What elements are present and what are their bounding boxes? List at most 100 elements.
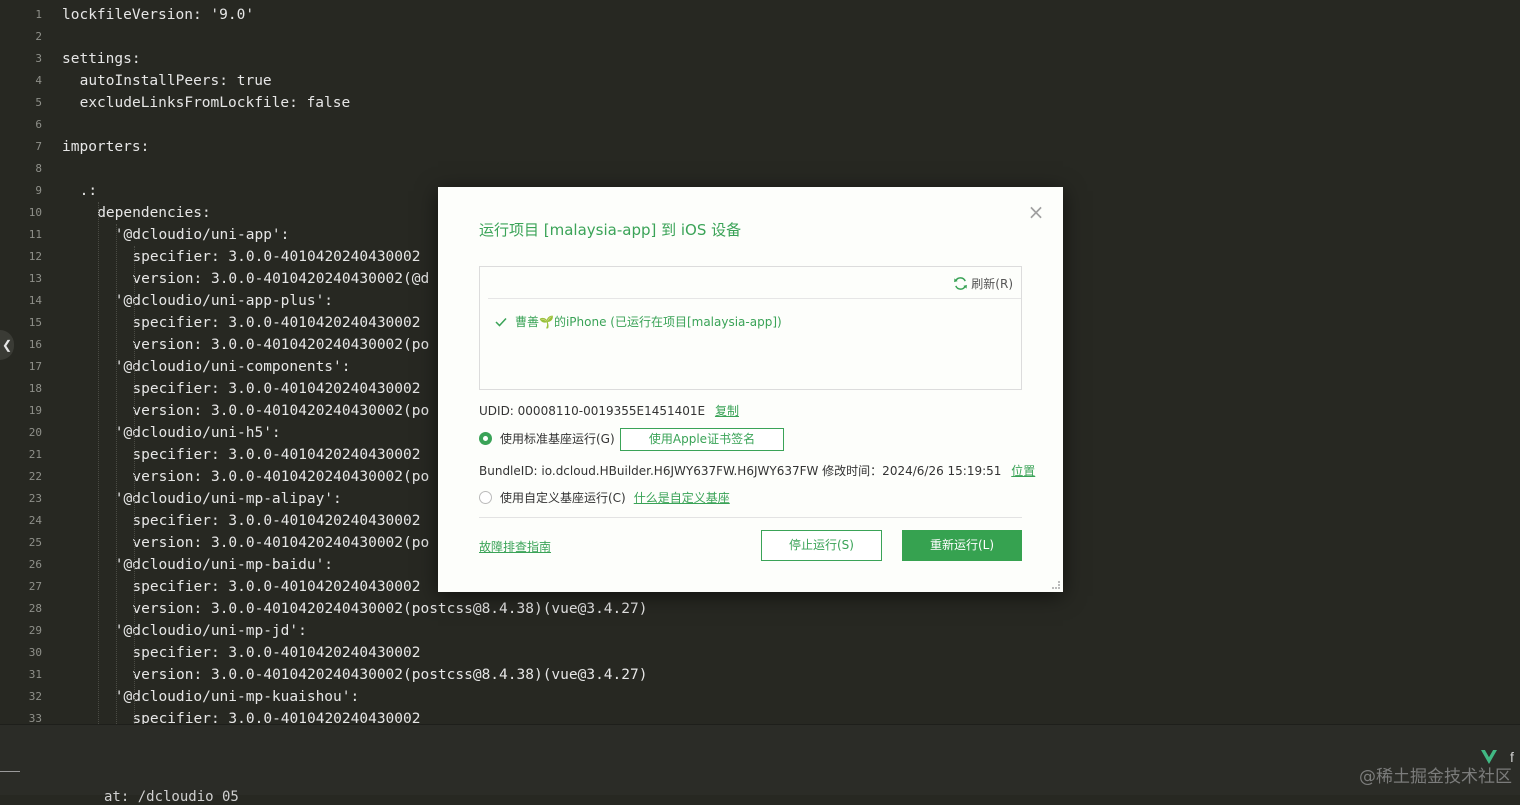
code-text: excludeLinksFromLockfile: false [79,95,351,111]
console-partial-text: at: /dcloudio 05 [104,789,239,805]
udid-row: UDID: 00008110-0019355E1451401E 复制 [479,402,739,419]
code-text: '@dcloudio/uni-mp-alipay': [114,491,342,507]
code-text: autoInstallPeers: true [79,73,272,89]
chevron-left-icon: ❮ [1,338,13,352]
watermark: @稀土掘金技术社区 [1359,767,1512,787]
line-number: 18 [28,382,42,395]
code-text: '@dcloudio/uni-h5': [114,425,281,441]
line-number: 4 [35,74,42,87]
standard-base-label: 使用标准基座运行(G) [500,432,615,446]
code-line[interactable]: 3 settings: [0,48,1520,70]
line-number: 32 [28,690,42,703]
code-line[interactable]: 32 '@dcloudio/uni-mp-kuaishou': [0,686,1520,708]
line-number: 27 [28,580,42,593]
code-line[interactable]: 7 importers: [0,136,1520,158]
line-number: 33 [28,712,42,724]
line-number: 1 [35,8,42,21]
line-number: 10 [28,206,42,219]
line-number: 8 [35,162,42,175]
line-number: 28 [28,602,42,615]
rerun-button[interactable]: 重新运行(L) [902,530,1022,561]
code-text: specifier: 3.0.0-4010420240430002 [132,579,421,595]
code-line[interactable]: 2 [0,26,1520,48]
line-number: 6 [35,118,42,131]
code-line[interactable]: 30 specifier: 3.0.0-4010420240430002 [0,642,1520,664]
line-number: 22 [28,470,42,483]
code-text: version: 3.0.0-4010420240430002(@d [132,271,430,287]
line-number: 29 [28,624,42,637]
bottom-panel: at: /dcloudio 05 f @稀土掘金技术社区 [0,724,1520,805]
line-number: 11 [28,228,42,241]
indent-guide [98,202,99,724]
udid-label: UDID: 00008110-0019355E1451401E [479,404,706,418]
troubleshoot-guide-link[interactable]: 故障排查指南 [479,538,551,555]
code-text: specifier: 3.0.0-4010420240430002 [132,249,421,265]
code-text: version: 3.0.0-4010420240430002(po [132,469,430,485]
custom-base-option[interactable]: 使用自定义基座运行(C) 什么是自定义基座 [479,489,730,506]
close-icon[interactable]: × [1027,202,1045,222]
code-text: version: 3.0.0-4010420240430002(po [132,535,430,551]
line-number: 25 [28,536,42,549]
divider [479,517,1022,518]
code-line[interactable]: 5 excludeLinksFromLockfile: false [0,92,1520,114]
apple-sign-button[interactable]: 使用Apple证书签名 [620,428,784,451]
line-number: 31 [28,668,42,681]
code-line[interactable]: 1 lockfileVersion: '9.0' [0,4,1520,26]
location-link[interactable]: 位置 [1011,464,1035,478]
copy-udid-link[interactable]: 复制 [715,404,739,418]
refresh-label: 刷新(R) [971,277,1013,291]
line-number: 5 [35,96,42,109]
code-text: version: 3.0.0-4010420240430002(postcss@… [132,601,648,617]
device-item-iphone[interactable]: 曹善🌱的iPhone (已运行在项目[malaysia-app]) [495,313,782,330]
radio-unselected-icon[interactable] [479,491,492,504]
code-text: importers: [62,139,150,155]
line-number: 9 [35,184,42,197]
code-line[interactable]: 31 version: 3.0.0-4010420240430002(postcs… [0,664,1520,686]
code-line[interactable]: 33 specifier: 3.0.0-4010420240430002 [0,708,1520,724]
code-text: specifier: 3.0.0-4010420240430002 [132,711,421,724]
code-text: lockfileVersion: '9.0' [62,7,255,23]
code-text: '@dcloudio/uni-components': [114,359,351,375]
code-text: settings: [62,51,141,67]
dialog-title: 运行项目 [malaysia-app] 到 iOS 设备 [479,221,742,239]
device-list: 刷新(R) 曹善🌱的iPhone (已运行在项目[malaysia-app]) [479,266,1022,390]
line-number: 13 [28,272,42,285]
line-number: 23 [28,492,42,505]
custom-base-label: 使用自定义基座运行(C) [500,491,626,505]
code-text: '@dcloudio/uni-app-plus': [114,293,334,309]
indent-guide [116,224,117,724]
line-number: 17 [28,360,42,373]
panel-divider [0,771,20,772]
code-text: version: 3.0.0-4010420240430002(po [132,403,430,419]
indent-guide [134,246,135,724]
code-text: .: [79,183,98,199]
standard-base-option[interactable]: 使用标准基座运行(G) [479,430,615,447]
check-icon [495,317,507,327]
refresh-button[interactable]: 刷新(R) [953,275,1013,292]
radio-selected-icon[interactable] [479,432,492,445]
code-text: specifier: 3.0.0-4010420240430002 [132,513,421,529]
code-text: '@dcloudio/uni-mp-baidu': [114,557,334,573]
device-label: 曹善🌱的iPhone (已运行在项目[malaysia-app]) [515,315,782,329]
line-number: 24 [28,514,42,527]
code-text: specifier: 3.0.0-4010420240430002 [132,315,421,331]
code-line[interactable]: 6 [0,114,1520,136]
code-text: version: 3.0.0-4010420240430002(postcss@… [132,667,648,683]
line-number: 12 [28,250,42,263]
code-line[interactable]: 8 [0,158,1520,180]
bundle-row: BundleID: io.dcloud.HBuilder.H6JWY637FW.… [479,462,1035,479]
code-line[interactable]: 28 version: 3.0.0-4010420240430002(postcs… [0,598,1520,620]
resize-grip-icon[interactable] [1052,581,1060,589]
stop-run-button[interactable]: 停止运行(S) [761,530,882,561]
code-line[interactable]: 29 '@dcloudio/uni-mp-jd': [0,620,1520,642]
code-text: version: 3.0.0-4010420240430002(po [132,337,430,353]
line-number: 21 [28,448,42,461]
code-line[interactable]: 4 autoInstallPeers: true [0,70,1520,92]
code-text: specifier: 3.0.0-4010420240430002 [132,447,421,463]
line-number: 26 [28,558,42,571]
refresh-icon [954,277,968,290]
line-number: 20 [28,426,42,439]
line-number: 3 [35,52,42,65]
code-text: specifier: 3.0.0-4010420240430002 [132,381,421,397]
custom-base-help-link[interactable]: 什么是自定义基座 [634,489,730,506]
